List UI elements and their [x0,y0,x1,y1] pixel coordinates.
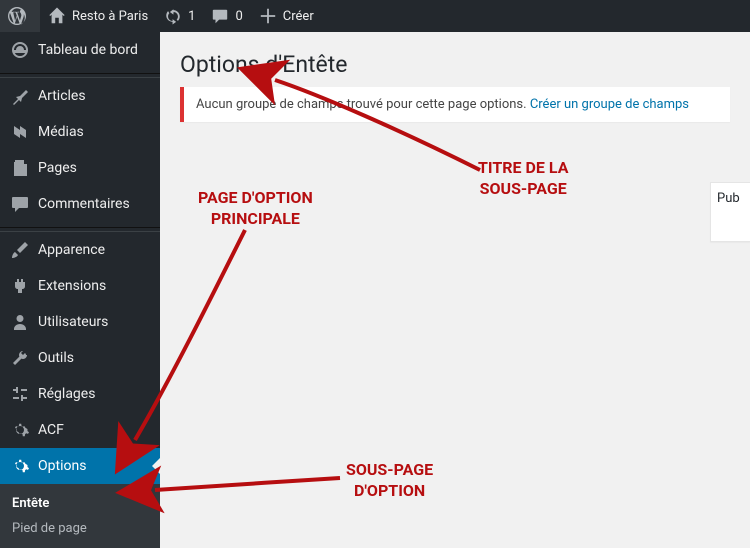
sidebar-item-acf[interactable]: ACF [0,412,160,448]
sidebar-item-options[interactable]: Options [0,448,160,484]
dashboard-icon [10,40,30,60]
site-name-label: Resto à Paris [72,9,148,24]
notice-text: Aucun groupe de champs trouvé pour cette… [196,97,530,112]
sidebar-item-dashboard[interactable]: Tableau de bord [0,32,160,68]
new-content-label: Créer [283,9,314,24]
sidebar-item-plugins[interactable]: Extensions [0,268,160,304]
sidebar-item-label: Pages [38,160,77,176]
new-content-link[interactable]: Créer [251,0,322,32]
annotation-label-main-option: PAGE D'OPTION PRINCIPALE [198,188,313,230]
admin-sidebar: Tableau de bord Articles Médias Pages Co… [0,32,160,546]
notice-error: Aucun groupe de champs trouvé pour cette… [180,87,730,122]
sidebar-item-posts[interactable]: Articles [0,78,160,114]
sidebar-item-label: ACF [38,422,64,438]
media-icon [10,122,30,142]
pin-icon [10,86,30,106]
annotation-label-title: TITRE DE LA SOUS-PAGE [478,158,568,200]
comments-count: 0 [235,9,242,24]
gear-icon [10,420,30,440]
pages-icon [10,158,30,178]
wrench-icon [10,348,30,368]
plus-icon [259,7,277,25]
brush-icon [10,240,30,260]
sliders-icon [10,384,30,404]
sidebar-item-label: Commentaires [38,196,130,212]
sidebar-item-label: Apparence [38,242,105,258]
sidebar-item-label: Médias [38,124,84,140]
sidebar-item-label: Utilisateurs [38,314,108,330]
wp-logo[interactable] [0,0,40,32]
sidebar-item-label: Tableau de bord [38,42,138,58]
annotation-label-subpage: SOUS-PAGE D'OPTION [346,460,433,502]
wordpress-icon [8,7,26,25]
comment-icon [211,7,229,25]
sidebar-item-settings[interactable]: Réglages [0,376,160,412]
sidebar-item-label: Options [38,458,86,474]
sidebar-item-appearance[interactable]: Apparence [0,232,160,268]
sidebar-item-comments[interactable]: Commentaires [0,186,160,222]
publish-metabox-fragment: Pub [710,182,750,242]
notice-link[interactable]: Créer un groupe de champs [530,97,689,112]
user-icon [10,312,30,332]
sidebar-item-media[interactable]: Médias [0,114,160,150]
sidebar-item-label: Outils [38,350,74,366]
refresh-icon [164,7,182,25]
sidebar-submenu-options: Entête Pied de page [0,484,160,548]
plug-icon [10,276,30,296]
sidebar-item-tools[interactable]: Outils [0,340,160,376]
admin-toolbar: Resto à Paris 1 0 Créer [0,0,750,32]
sidebar-item-label: Réglages [38,386,95,402]
comments-icon [10,194,30,214]
home-icon [48,7,66,25]
sidebar-item-users[interactable]: Utilisateurs [0,304,160,340]
sidebar-item-label: Extensions [38,278,106,294]
sidebar-item-label: Articles [38,88,86,104]
content-area: Options d'Entête Aucun groupe de champs … [160,32,750,546]
gear-icon [10,456,30,476]
page-title: Options d'Entête [180,42,730,82]
sidebar-item-pages[interactable]: Pages [0,150,160,186]
submenu-item-entete[interactable]: Entête [0,491,160,516]
updates-count: 1 [188,9,195,24]
comments-link[interactable]: 0 [203,0,250,32]
submenu-item-pied[interactable]: Pied de page [0,516,160,541]
site-name-link[interactable]: Resto à Paris [40,0,156,32]
updates-link[interactable]: 1 [156,0,203,32]
